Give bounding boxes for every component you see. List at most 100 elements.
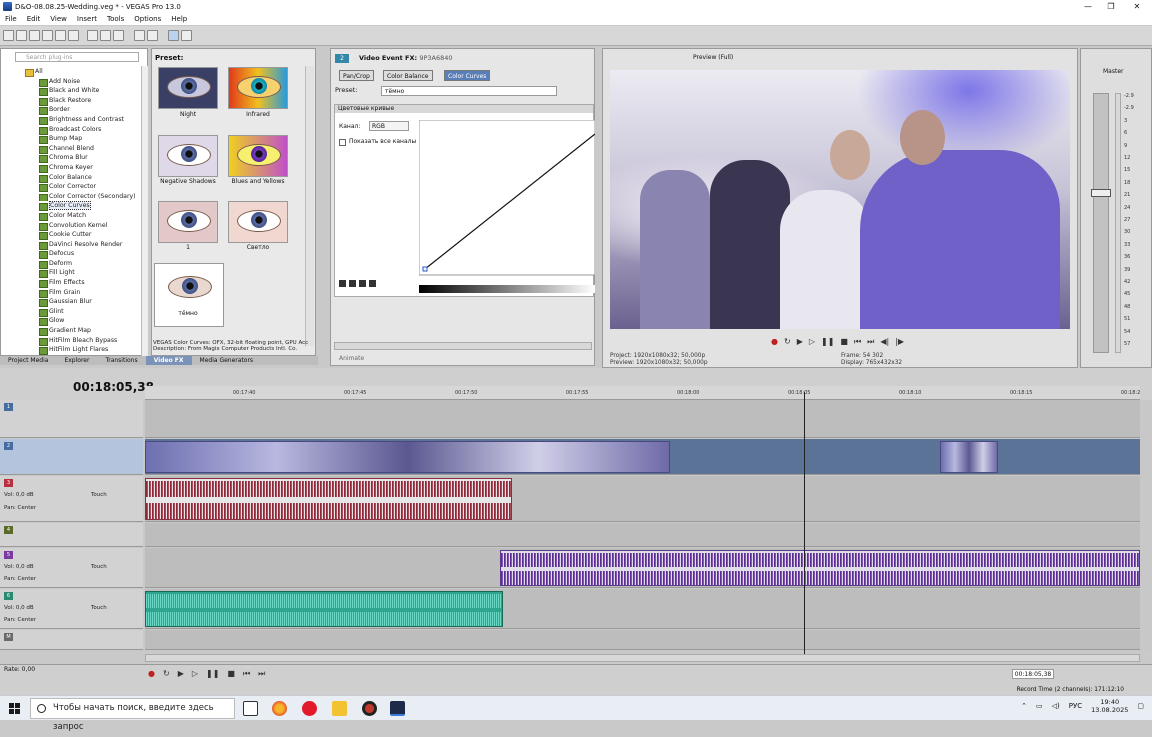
- file-explorer-icon[interactable]: [332, 701, 347, 716]
- go-to-start-icon[interactable]: ⏮: [243, 669, 250, 679]
- preset-scrollbar[interactable]: [305, 66, 314, 346]
- save-icon[interactable]: [29, 30, 40, 41]
- track-lane-audio-6[interactable]: [145, 589, 1140, 629]
- preset-thumb-night[interactable]: [158, 67, 218, 109]
- play-icon[interactable]: ▷: [192, 669, 198, 679]
- plugin-tree-item[interactable]: Bump Map: [15, 134, 145, 144]
- plugin-tree-item[interactable]: Channel Blend: [15, 144, 145, 154]
- plugin-tree-item[interactable]: Deform: [15, 259, 145, 269]
- redo-icon[interactable]: [147, 30, 158, 41]
- task-view-icon[interactable]: [243, 701, 258, 716]
- plugin-tree-item[interactable]: Film Effects: [15, 278, 145, 288]
- stop-icon[interactable]: ■: [840, 337, 848, 347]
- plugin-tree-item[interactable]: Convolution Kernel: [15, 221, 145, 231]
- clock[interactable]: 19:40 13.08.2025: [1091, 698, 1128, 714]
- plugin-tree-item[interactable]: Fill Light: [15, 268, 145, 279]
- track-header-audio-6[interactable]: 6 Vol: 0,0 dB Pan: Center Touch: [0, 589, 143, 629]
- tab-explorer[interactable]: Explorer: [56, 356, 97, 365]
- plugin-tree-item[interactable]: Black Restore: [15, 96, 145, 106]
- plugin-tree-item[interactable]: Glow: [15, 316, 145, 327]
- plugin-tree-item[interactable]: Broadcast Colors: [15, 125, 145, 135]
- plugin-tree-item[interactable]: Chroma Keyer: [15, 163, 145, 173]
- preview-quality-dropdown[interactable]: Preview (Full): [693, 54, 733, 61]
- automation-mode[interactable]: Touch: [91, 492, 107, 498]
- plugin-tree-item[interactable]: Brightness and Contrast: [15, 115, 145, 125]
- curve-graph[interactable]: [419, 120, 595, 280]
- preset-thumb-temno[interactable]: [154, 263, 224, 327]
- tab-video-fx[interactable]: Video FX: [145, 356, 192, 365]
- chevron-up-icon[interactable]: ⌃: [1021, 702, 1027, 710]
- tab-project-media[interactable]: Project Media: [0, 356, 56, 365]
- show-all-channels-checkbox[interactable]: [339, 139, 346, 146]
- channel-select[interactable]: RGB: [369, 121, 409, 131]
- paste-icon[interactable]: [113, 30, 124, 41]
- edit-tool-icon[interactable]: [181, 30, 192, 41]
- plugin-list-scrollbar[interactable]: [141, 66, 148, 356]
- track-header-audio-3[interactable]: 3 Vol: 0,0 dB Pan: Center Touch: [0, 476, 143, 522]
- track-lane-audio-3[interactable]: [145, 476, 1140, 522]
- audio-clip[interactable]: [145, 591, 503, 627]
- opera-icon[interactable]: [302, 701, 317, 716]
- fx-chain-color-balance[interactable]: Color Balance: [383, 70, 433, 81]
- plugin-tree-item[interactable]: Glint: [15, 307, 145, 317]
- record-icon[interactable]: ●: [771, 337, 778, 347]
- track-lane-master[interactable]: [145, 630, 1140, 650]
- video-clip[interactable]: [145, 441, 670, 473]
- menu-tools[interactable]: Tools: [107, 15, 124, 23]
- undo-icon[interactable]: [134, 30, 145, 41]
- curve-tool-icon[interactable]: [339, 280, 346, 287]
- new-icon[interactable]: [3, 30, 14, 41]
- track-header-video-1[interactable]: 1: [0, 400, 143, 438]
- go-to-end-icon[interactable]: ⏭: [258, 669, 265, 679]
- pause-icon[interactable]: ❚❚: [206, 669, 219, 679]
- plugin-tree-item[interactable]: Color Match: [15, 211, 145, 221]
- plugin-tree-item[interactable]: Color Corrector: [15, 182, 145, 192]
- audio-clip[interactable]: [500, 550, 1140, 586]
- plugin-tree-item[interactable]: Cookie Cutter: [15, 230, 145, 240]
- go-to-end-icon[interactable]: ⏭: [867, 337, 874, 347]
- restore-button[interactable]: ❐: [1098, 0, 1124, 13]
- preset-thumb-blues-yellows[interactable]: [228, 135, 288, 177]
- volume-icon[interactable]: ◁): [1052, 702, 1060, 710]
- play-icon[interactable]: ▷: [809, 337, 815, 347]
- plugin-tree-item[interactable]: Border: [15, 105, 145, 115]
- network-icon[interactable]: ▭: [1036, 702, 1043, 710]
- track-lane-4[interactable]: [145, 523, 1140, 547]
- menu-options[interactable]: Options: [134, 15, 161, 23]
- timeline-ruler[interactable]: 00:17:40 00:17:45 00:17:50 00:17:55 00:18:00…: [145, 386, 1140, 400]
- loop-icon[interactable]: ↻: [784, 337, 791, 347]
- firefox-icon[interactable]: [272, 701, 287, 716]
- stop-icon[interactable]: ■: [227, 669, 235, 679]
- plugin-tree-item[interactable]: HitFilm Light Flares: [15, 345, 145, 355]
- tab-transitions[interactable]: Transitions: [97, 356, 145, 365]
- snap-icon[interactable]: [168, 30, 179, 41]
- preset-thumb-svetlo[interactable]: [228, 201, 288, 243]
- plugin-tree-item[interactable]: Add Noise: [15, 77, 145, 87]
- capture-icon[interactable]: [68, 30, 79, 41]
- track-header-audio-5[interactable]: 5 Vol: 0,0 dB Pan: Center Touch: [0, 548, 143, 588]
- plugin-tree-item[interactable]: Color Curves: [15, 201, 145, 211]
- preset-thumb-infrared[interactable]: [228, 67, 288, 109]
- taskbar-search[interactable]: Чтобы начать поиск, введите здесь запрос: [30, 698, 235, 732]
- plugin-tree-item[interactable]: Black and White: [15, 86, 145, 96]
- track-lane-video-2[interactable]: [145, 439, 1140, 475]
- track-header-video-2[interactable]: 2: [0, 439, 143, 475]
- app-icon[interactable]: [362, 701, 377, 716]
- master-fader-handle[interactable]: [1091, 189, 1111, 197]
- track-header-master[interactable]: M: [0, 630, 143, 650]
- menu-file[interactable]: File: [5, 15, 17, 23]
- audio-clip[interactable]: [145, 478, 512, 520]
- plugin-tree-item[interactable]: Color Balance: [15, 173, 145, 183]
- cursor-position-field[interactable]: 00:18:05,38: [1012, 669, 1054, 679]
- play-from-start-icon[interactable]: ▶: [178, 669, 184, 679]
- vegas-taskbar-icon[interactable]: [390, 701, 405, 716]
- prev-frame-icon[interactable]: ◀|: [880, 337, 889, 347]
- curve-tool-icon[interactable]: [349, 280, 356, 287]
- automation-mode[interactable]: Touch: [91, 564, 107, 570]
- track-lane-audio-5[interactable]: [145, 548, 1140, 588]
- preset-dropdown[interactable]: тёмно: [381, 86, 557, 96]
- windows-start-icon[interactable]: [9, 703, 20, 714]
- animate-button[interactable]: Animate: [339, 355, 364, 362]
- menu-view[interactable]: View: [50, 15, 67, 23]
- fx-chain-pan-crop[interactable]: Pan/Crop: [339, 70, 374, 81]
